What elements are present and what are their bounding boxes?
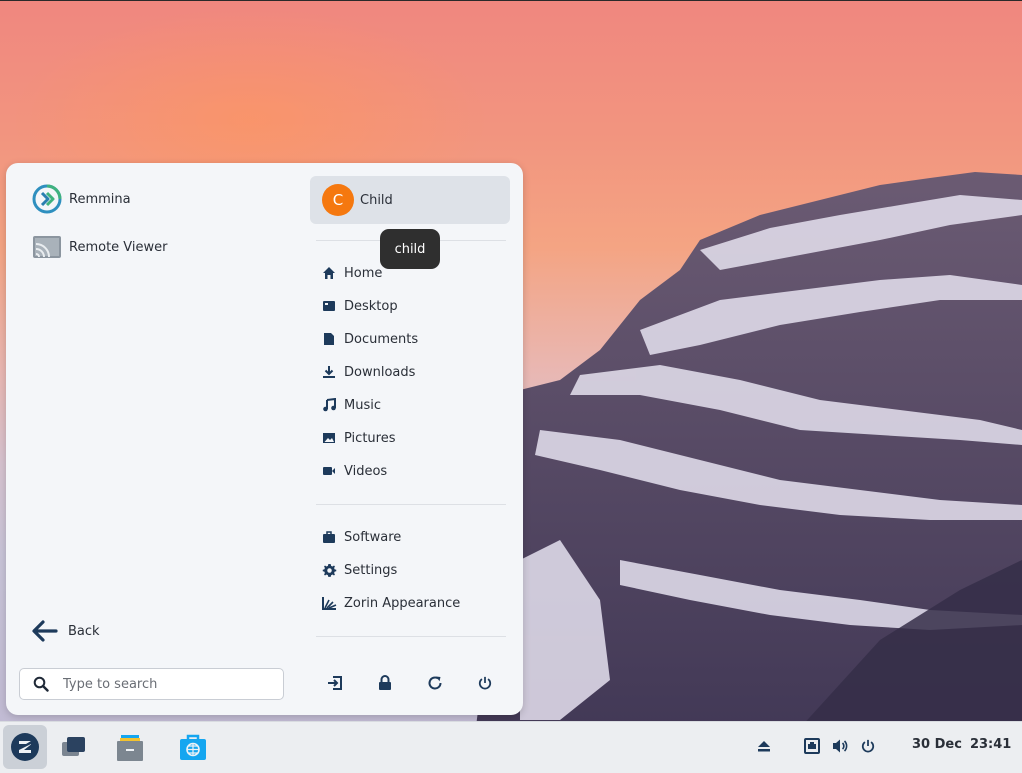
app-item-remmina[interactable]: Remmina: [26, 179, 286, 219]
system-label: Software: [344, 529, 402, 545]
gear-icon: [320, 561, 338, 579]
start-menu: Remmina Remote Viewer Back C Child: [6, 163, 523, 715]
place-documents[interactable]: Documents: [320, 325, 418, 353]
restart-button[interactable]: [418, 666, 452, 700]
place-desktop[interactable]: Desktop: [320, 292, 398, 320]
power-icon: [861, 739, 875, 753]
taskbar: 30 Dec 23:41: [0, 721, 1022, 773]
workspaces-icon: [62, 737, 85, 756]
back-label: Back: [68, 623, 100, 639]
place-label: Home: [344, 265, 383, 281]
software-icon: [320, 528, 338, 546]
logout-icon: [328, 676, 342, 690]
lock-button[interactable]: [368, 666, 402, 700]
video-icon: [320, 462, 338, 480]
place-label: Pictures: [344, 430, 396, 446]
eject-button[interactable]: [755, 737, 773, 755]
document-icon: [320, 330, 338, 348]
search-box[interactable]: [19, 668, 284, 700]
system-zorin-appearance[interactable]: Zorin Appearance: [320, 589, 460, 617]
picture-icon: [320, 429, 338, 447]
power-off-button[interactable]: [468, 666, 502, 700]
place-label: Music: [344, 397, 381, 413]
app-item-remote-viewer[interactable]: Remote Viewer: [26, 227, 286, 267]
restart-icon: [428, 676, 442, 690]
logout-button[interactable]: [318, 666, 352, 700]
app-item-label: Remmina: [69, 191, 131, 207]
download-icon: [320, 363, 338, 381]
user-tooltip: child: [380, 229, 440, 269]
files-icon: [117, 735, 143, 761]
appearance-icon: [320, 594, 338, 612]
system-label: Settings: [344, 562, 398, 578]
clock-time: 23:41: [969, 737, 1012, 752]
home-icon: [320, 264, 338, 282]
arrow-left-icon: [32, 620, 58, 642]
volume-button[interactable]: [831, 737, 849, 755]
avatar: C: [322, 184, 354, 216]
place-label: Videos: [344, 463, 388, 479]
place-pictures[interactable]: Pictures: [320, 424, 395, 452]
place-label: Desktop: [344, 298, 398, 314]
lock-icon: [379, 675, 391, 690]
network-button[interactable]: [803, 737, 821, 755]
system-label: Zorin Appearance: [344, 595, 461, 611]
software-store-button[interactable]: [171, 725, 215, 769]
place-videos[interactable]: Videos: [320, 457, 387, 485]
zorin-menu-button[interactable]: [3, 725, 47, 769]
system-power-button[interactable]: [859, 737, 877, 755]
separator: [316, 636, 506, 637]
user-account-button[interactable]: C Child: [310, 176, 510, 224]
system-settings[interactable]: Settings: [320, 556, 397, 584]
user-name: Child: [360, 192, 393, 208]
place-label: Documents: [344, 331, 419, 347]
search-input[interactable]: [61, 675, 275, 693]
volume-icon: [832, 739, 847, 753]
network-icon: [804, 738, 820, 754]
back-button[interactable]: Back: [30, 615, 100, 647]
desktop-folder-icon: [320, 297, 338, 315]
clock[interactable]: 30 Dec 23:41: [912, 737, 1011, 757]
remote-viewer-icon: [32, 232, 62, 262]
remmina-icon: [32, 184, 62, 214]
place-label: Downloads: [344, 364, 416, 380]
search-icon: [33, 676, 53, 692]
eject-icon: [758, 741, 770, 752]
separator: [316, 504, 506, 505]
place-music[interactable]: Music: [320, 391, 381, 419]
music-icon: [320, 396, 338, 414]
place-downloads[interactable]: Downloads: [320, 358, 415, 386]
system-software[interactable]: Software: [320, 523, 401, 551]
app-item-label: Remote Viewer: [69, 239, 168, 255]
workspaces-button[interactable]: [52, 725, 96, 769]
clock-date: 30 Dec: [912, 737, 962, 752]
place-home[interactable]: Home: [320, 259, 382, 287]
files-button[interactable]: [108, 725, 152, 769]
power-icon: [478, 676, 492, 690]
software-store-icon: [180, 734, 206, 760]
zorin-menu-icon: [11, 733, 39, 761]
